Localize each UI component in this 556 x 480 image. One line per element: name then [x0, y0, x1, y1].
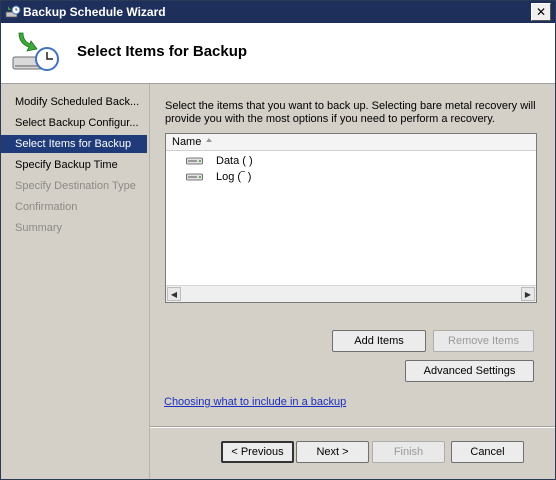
step-modify-scheduled-backup[interactable]: Modify Scheduled Back...	[1, 93, 147, 111]
sort-ascending-icon	[206, 138, 212, 142]
instructions-text: Select the items that you want to back u…	[165, 100, 536, 125]
footer-divider	[150, 426, 555, 428]
drive-icon	[186, 157, 203, 165]
step-summary: Summary	[15, 222, 63, 234]
step-select-backup-configuration[interactable]: Select Backup Configur...	[1, 114, 147, 132]
list-item-label: Data ( )	[216, 155, 253, 167]
advanced-settings-button[interactable]: Advanced Settings	[405, 360, 534, 382]
list-item-log[interactable]: Log (‾ )	[186, 169, 386, 185]
wizard-steps-sidebar: Modify Scheduled Back... Select Backup C…	[1, 84, 150, 479]
next-button[interactable]: Next >	[296, 441, 369, 463]
title-bar[interactable]: Backup Schedule Wizard ✕	[1, 1, 555, 23]
page-title: Select Items for Backup	[77, 43, 248, 60]
finish-button: Finish	[372, 441, 445, 463]
list-item-data[interactable]: Data ( )	[186, 153, 386, 169]
name-column-header[interactable]: Name	[166, 134, 536, 151]
cancel-button[interactable]: Cancel	[451, 441, 524, 463]
drive-icon	[186, 173, 203, 181]
close-icon: ✕	[535, 5, 547, 19]
wizard-content: Select the items that you want to back u…	[150, 84, 555, 479]
backup-schedule-icon	[12, 32, 59, 71]
previous-button[interactable]: < Previous	[221, 441, 294, 463]
list-item-label: Log (‾ )	[216, 171, 252, 183]
horizontal-scrollbar[interactable]: ◀ ▶	[166, 285, 536, 302]
step-specify-destination-type: Specify Destination Type	[15, 180, 136, 192]
wizard-header: Select Items for Backup	[1, 23, 555, 84]
close-button[interactable]: ✕	[531, 3, 551, 21]
add-items-button[interactable]: Add Items	[332, 330, 426, 352]
name-column-label: Name	[172, 136, 202, 148]
remove-items-button: Remove Items	[433, 330, 534, 352]
step-confirmation: Confirmation	[15, 201, 78, 213]
scroll-left-icon[interactable]: ◀	[167, 287, 181, 301]
step-specify-backup-time[interactable]: Specify Backup Time	[1, 156, 147, 174]
step-select-items-for-backup[interactable]: Select Items for Backup	[1, 135, 147, 153]
window-title: Backup Schedule Wizard	[23, 5, 166, 19]
scroll-right-icon[interactable]: ▶	[521, 287, 535, 301]
wizard-window: Backup Schedule Wizard ✕ Select Items fo…	[0, 0, 556, 480]
help-link[interactable]: Choosing what to include in a backup	[164, 396, 346, 408]
backup-items-list[interactable]: Name Data ( ) Log (‾ ) ◀ ▶	[165, 133, 537, 303]
backup-app-icon	[5, 5, 21, 18]
